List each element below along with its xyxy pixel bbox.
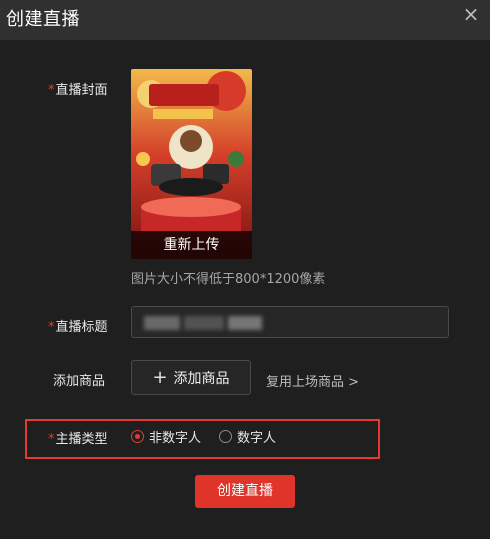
- radio-label: 数字人: [237, 431, 277, 446]
- cover-image[interactable]: 重新上传: [131, 69, 252, 259]
- required-mark: *: [48, 320, 55, 335]
- cover-size-hint: 图片大小不得低于800*1200像素: [131, 272, 326, 287]
- reuse-previous-products-link[interactable]: 复用上场商品 >: [266, 371, 359, 390]
- radio-non-digital-human[interactable]: 非数字人: [131, 427, 201, 446]
- required-mark: *: [48, 83, 55, 98]
- host-type-radio-group: 非数字人 数字人: [131, 427, 294, 446]
- required-mark: *: [48, 432, 55, 447]
- create-live-dialog: 创建直播 × *直播封面 重新上传 图片大小不得低于800*1200像素 *直播…: [0, 0, 490, 539]
- add-products-label: 添加商品: [53, 374, 106, 389]
- plus-icon: +: [152, 366, 168, 388]
- radio-digital-human[interactable]: 数字人: [219, 427, 276, 446]
- cover-label: *直播封面: [48, 83, 108, 98]
- blurred-text: [184, 316, 224, 330]
- add-products-button-label: 添加商品: [173, 370, 230, 387]
- radio-unchecked-icon: [219, 430, 233, 443]
- radio-checked-icon: [131, 430, 144, 443]
- reupload-button[interactable]: 重新上传: [131, 231, 252, 259]
- create-live-button[interactable]: 创建直播: [195, 475, 295, 508]
- live-title-label: *直播标题: [48, 320, 108, 335]
- blurred-text: [144, 316, 180, 330]
- dialog-title: 创建直播: [6, 9, 80, 30]
- blurred-text: [228, 316, 262, 330]
- radio-label: 非数字人: [149, 431, 202, 446]
- host-type-label: *主播类型: [48, 432, 108, 447]
- close-icon[interactable]: ×: [460, 3, 482, 25]
- live-title-input[interactable]: [131, 306, 449, 338]
- dialog-titlebar: 创建直播 ×: [0, 0, 490, 40]
- add-products-button[interactable]: + 添加商品: [131, 360, 251, 395]
